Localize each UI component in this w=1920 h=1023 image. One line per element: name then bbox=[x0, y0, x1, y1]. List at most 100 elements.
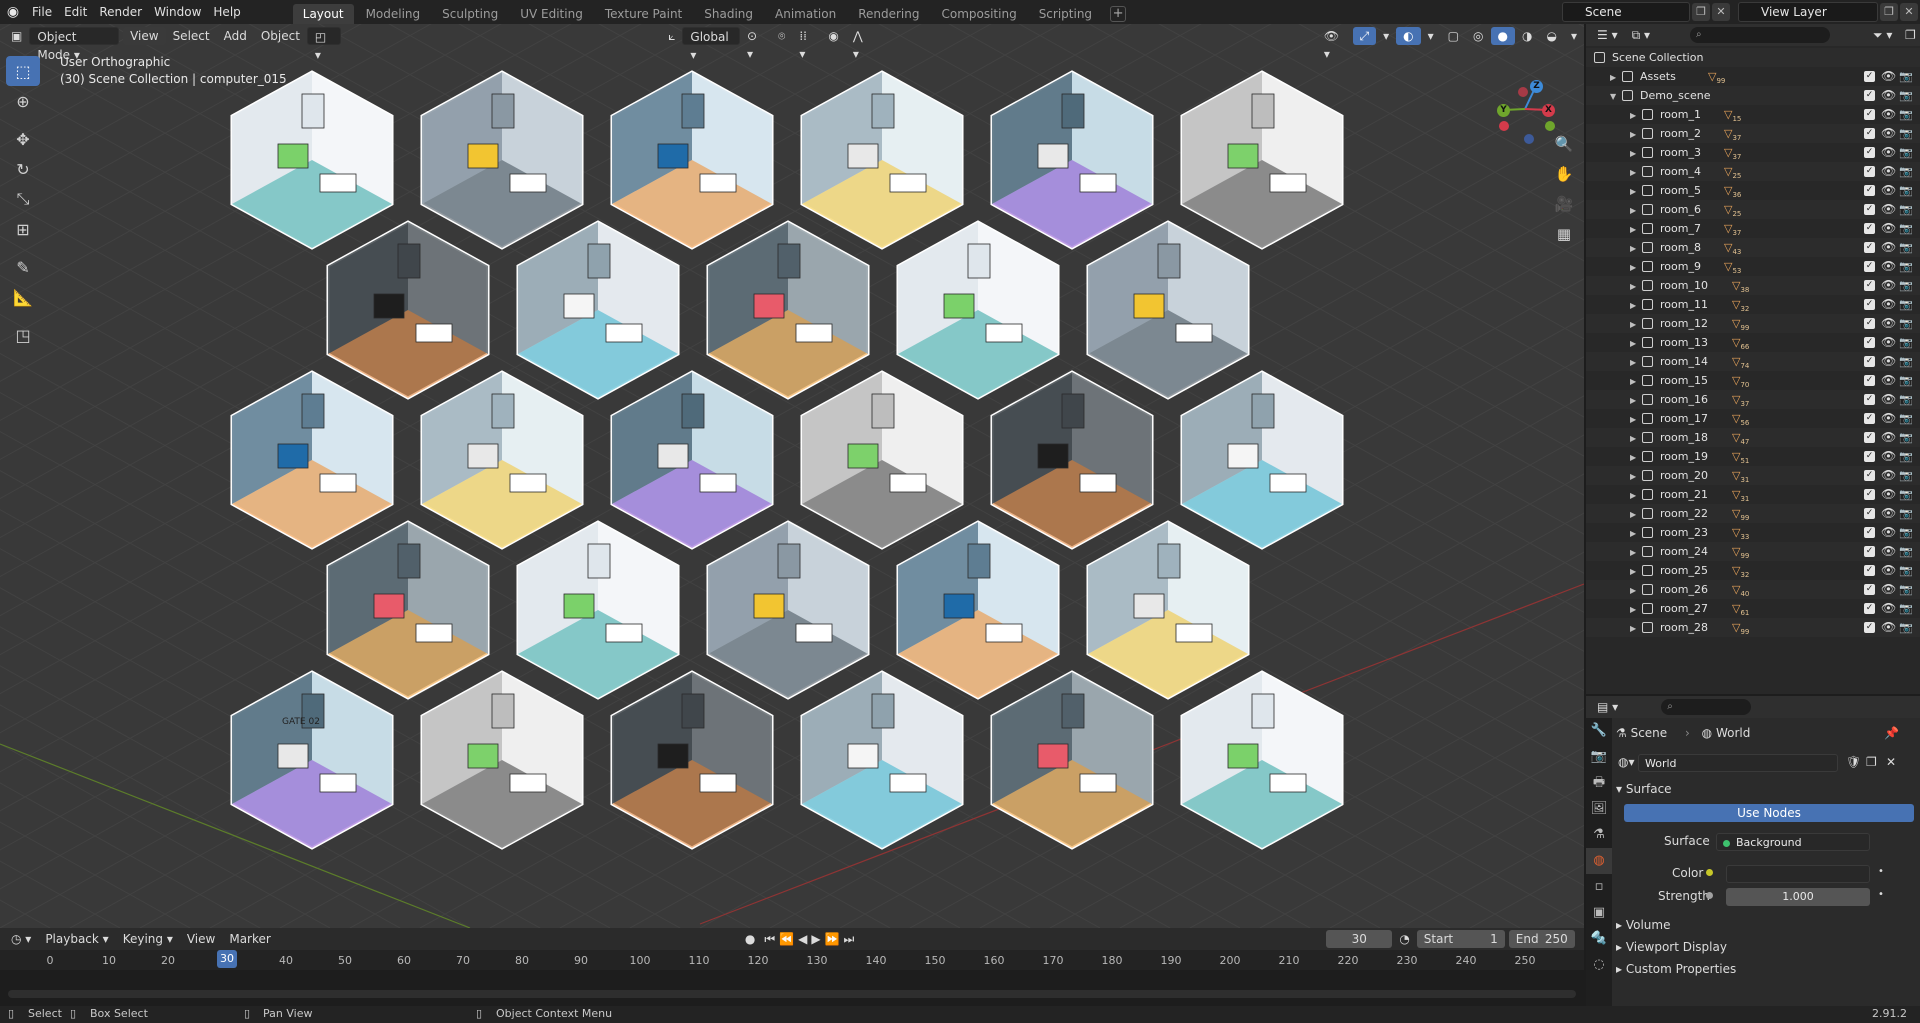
outliner-item-room-8[interactable]: ▶ room_8 ▽43 ✓ 👁 📷 bbox=[1586, 238, 1920, 257]
wireframe-shading-icon[interactable]: ◎ bbox=[1466, 27, 1490, 45]
gizmo-x-axis[interactable]: X bbox=[1542, 104, 1555, 117]
outliner-item-room-3[interactable]: ▶ room_3 ▽37 ✓ 👁 📷 bbox=[1586, 143, 1920, 162]
add-cube-tool-icon[interactable]: ◳ bbox=[6, 320, 40, 350]
expand-closed-icon[interactable]: ▶ bbox=[1630, 410, 1636, 429]
outliner-item-room-10[interactable]: ▶ room_10 ▽38 ✓ 👁 📷 bbox=[1586, 276, 1920, 295]
world-props-icon[interactable]: ◍ bbox=[1586, 848, 1612, 874]
select-box-tool-icon[interactable]: ⬚ bbox=[6, 56, 40, 86]
camera-restrict-icon[interactable]: 📷 bbox=[1899, 124, 1913, 143]
new-view-layer-icon[interactable]: ❐ bbox=[1880, 3, 1898, 21]
menu-select[interactable]: Select bbox=[166, 27, 217, 45]
current-frame-field[interactable]: 30 bbox=[1326, 930, 1393, 948]
room-hexagon[interactable] bbox=[610, 370, 774, 550]
collection-props-icon[interactable]: ▫ bbox=[1586, 874, 1612, 900]
snap-target-icon[interactable]: ⁞⁞ ▾ bbox=[792, 27, 821, 61]
outliner-editor-icon[interactable]: ☰ ▾ bbox=[1590, 26, 1625, 44]
outliner-item-room-24[interactable]: ▶ room_24 ▽99 ✓ 👁 📷 bbox=[1586, 542, 1920, 561]
tab-scripting[interactable]: Scripting bbox=[1029, 4, 1102, 24]
tab-compositing[interactable]: Compositing bbox=[931, 4, 1026, 24]
gizmo-neg-x-bottom[interactable] bbox=[1499, 121, 1509, 131]
jump-end-icon[interactable]: ⏭ bbox=[842, 930, 857, 948]
select-mode-dropdown[interactable]: ◰ ▾ bbox=[306, 27, 342, 62]
blender-logo-icon[interactable]: ◉ bbox=[0, 4, 26, 20]
color-swatch-field[interactable] bbox=[1726, 865, 1870, 883]
mode-dropdown[interactable]: Object Mode ▾ bbox=[29, 27, 120, 62]
navigation-gizmo[interactable]: Z Y X bbox=[1480, 64, 1570, 284]
surface-shader-field[interactable]: Background bbox=[1716, 833, 1870, 851]
room-hexagon[interactable] bbox=[1086, 220, 1250, 400]
exclude-checkbox[interactable]: ✓ bbox=[1864, 71, 1875, 82]
scene-props-icon[interactable]: ⚗ bbox=[1586, 822, 1612, 848]
jump-keyframe-forward-icon[interactable]: ⏩ bbox=[823, 930, 842, 948]
play-reverse-icon[interactable]: ◀ bbox=[796, 930, 809, 948]
exclude-checkbox[interactable]: ✓ bbox=[1864, 204, 1875, 215]
gizmo-neg-y[interactable] bbox=[1545, 121, 1555, 131]
physics-props-icon[interactable]: ◌ bbox=[1586, 952, 1612, 978]
exclude-checkbox[interactable]: ✓ bbox=[1864, 166, 1875, 177]
camera-restrict-icon[interactable]: 📷 bbox=[1899, 162, 1913, 181]
exclude-checkbox[interactable]: ✓ bbox=[1864, 565, 1875, 576]
eye-icon[interactable]: 👁 bbox=[1881, 314, 1896, 333]
eye-icon[interactable]: 👁 bbox=[1881, 238, 1896, 257]
camera-restrict-icon[interactable]: 📷 bbox=[1899, 580, 1913, 599]
pivot-point-icon[interactable]: ⊙ ▾ bbox=[740, 27, 771, 61]
exclude-checkbox[interactable]: ✓ bbox=[1864, 489, 1875, 500]
expand-closed-icon[interactable]: ▶ bbox=[1630, 581, 1636, 600]
modifier-props-icon[interactable]: 🔩 bbox=[1586, 926, 1612, 952]
gizmo-neg-x[interactable] bbox=[1518, 87, 1528, 97]
room-hexagon[interactable] bbox=[800, 670, 964, 850]
tab-animation[interactable]: Animation bbox=[765, 4, 846, 24]
fake-user-icon[interactable]: 🛡 bbox=[1846, 755, 1861, 769]
delete-scene-icon[interactable]: ✕ bbox=[1712, 3, 1730, 21]
eye-icon[interactable]: 👁 bbox=[1881, 599, 1896, 618]
playhead[interactable]: 30 bbox=[217, 950, 237, 968]
camera-restrict-icon[interactable]: 📷 bbox=[1899, 447, 1913, 466]
record-icon[interactable]: ● bbox=[738, 930, 762, 948]
outliner-item-room-27[interactable]: ▶ room_27 ▽61 ✓ 👁 📷 bbox=[1586, 599, 1920, 618]
menu-help[interactable]: Help bbox=[207, 0, 246, 24]
exclude-checkbox[interactable]: ✓ bbox=[1864, 584, 1875, 595]
camera-restrict-icon[interactable]: 📷 bbox=[1899, 409, 1913, 428]
eye-icon[interactable]: 👁 bbox=[1881, 162, 1896, 181]
menu-object[interactable]: Object bbox=[254, 27, 307, 45]
tab-uv-editing[interactable]: UV Editing bbox=[510, 4, 593, 24]
camera-restrict-icon[interactable]: 📷 bbox=[1899, 105, 1913, 124]
menu-keying[interactable]: Keying ▾ bbox=[116, 930, 180, 948]
room-hexagon[interactable] bbox=[1086, 520, 1250, 700]
volume-panel-header[interactable]: ▸ Volume bbox=[1616, 918, 1916, 932]
outliner-item-room-18[interactable]: ▶ room_18 ▽47 ✓ 👁 📷 bbox=[1586, 428, 1920, 447]
eye-icon[interactable]: 👁 bbox=[1881, 67, 1896, 86]
eye-icon[interactable]: 👁 bbox=[1881, 485, 1896, 504]
outliner-item-room-23[interactable]: ▶ room_23 ▽33 ✓ 👁 📷 bbox=[1586, 523, 1920, 542]
exclude-checkbox[interactable]: ✓ bbox=[1864, 394, 1875, 405]
room-hexagon[interactable] bbox=[706, 520, 870, 700]
camera-restrict-icon[interactable]: 📷 bbox=[1899, 238, 1913, 257]
expand-closed-icon[interactable]: ▶ bbox=[1630, 334, 1636, 353]
room-hexagon[interactable] bbox=[896, 220, 1060, 400]
room-hexagon[interactable] bbox=[800, 70, 964, 250]
exclude-checkbox[interactable]: ✓ bbox=[1864, 223, 1875, 234]
camera-restrict-icon[interactable]: 📷 bbox=[1899, 485, 1913, 504]
camera-restrict-icon[interactable]: 📷 bbox=[1899, 67, 1913, 86]
expand-closed-icon[interactable]: ▶ bbox=[1630, 144, 1636, 163]
room-hexagon[interactable] bbox=[230, 670, 394, 850]
exclude-checkbox[interactable]: ✓ bbox=[1864, 299, 1875, 310]
3d-viewport[interactable]: GATE 02 ▣ Object Mode ▾ View Select Add … bbox=[0, 24, 1584, 928]
expand-closed-icon[interactable]: ▶ bbox=[1630, 429, 1636, 448]
move-tool-icon[interactable]: ✥ bbox=[6, 124, 40, 154]
exclude-checkbox[interactable]: ✓ bbox=[1864, 318, 1875, 329]
transform-tool-icon[interactable]: ⊞ bbox=[6, 214, 40, 244]
exclude-checkbox[interactable]: ✓ bbox=[1864, 356, 1875, 367]
keyframe-dot-icon[interactable]: • bbox=[1878, 889, 1884, 900]
expand-closed-icon[interactable]: ▶ bbox=[1630, 239, 1636, 258]
camera-restrict-icon[interactable]: 📷 bbox=[1899, 428, 1913, 447]
start-frame-field[interactable]: Start 1 bbox=[1416, 930, 1505, 948]
outliner-demo-scene[interactable]: ▼ Demo_scene ✓ 👁 📷 bbox=[1586, 86, 1920, 105]
overlays-toggle-icon[interactable]: ◐ bbox=[1396, 27, 1421, 45]
exclude-checkbox[interactable]: ✓ bbox=[1864, 185, 1875, 196]
annotate-tool-icon[interactable]: ✎ bbox=[6, 252, 40, 282]
exclude-checkbox[interactable]: ✓ bbox=[1864, 603, 1875, 614]
room-hexagon[interactable] bbox=[420, 670, 584, 850]
outliner-item-room-14[interactable]: ▶ room_14 ▽74 ✓ 👁 📷 bbox=[1586, 352, 1920, 371]
gizmo-dropdown-icon[interactable]: ▾ bbox=[1376, 27, 1396, 45]
